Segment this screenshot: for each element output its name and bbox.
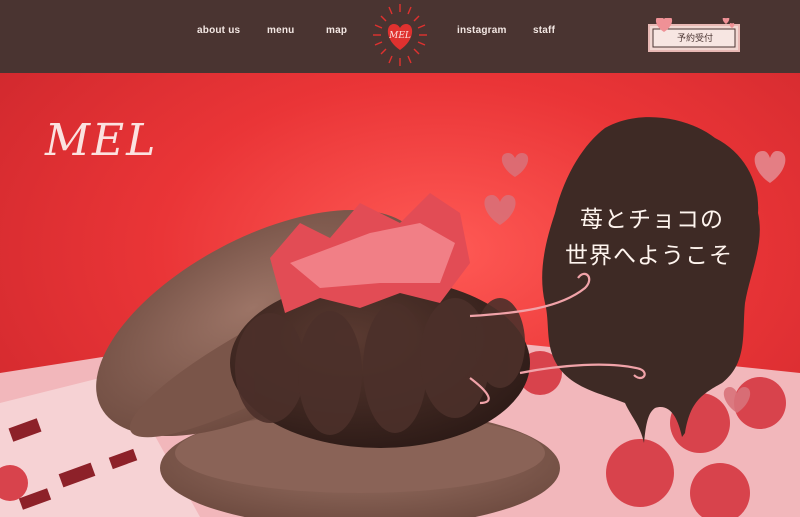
site-header: about us menu map MEL instagram staff 予約… [0, 0, 800, 73]
nav-map[interactable]: map [326, 25, 347, 36]
nav-staff[interactable]: staff [533, 25, 555, 36]
hero-headline-line1: 苺とチョコの [580, 207, 724, 233]
nav-menu[interactable]: menu [267, 25, 294, 36]
hero-headline-line2: 世界へようこそ [565, 243, 733, 269]
logo-heart-icon[interactable]: MEL [369, 0, 431, 72]
reserve-label[interactable]: 予約受付 [677, 31, 713, 44]
brand-script-logo: MEL [45, 115, 158, 166]
heart-icon [754, 151, 786, 183]
heart-icon [722, 18, 730, 24]
nav-instagram[interactable]: instagram [457, 25, 507, 36]
heart-icon [501, 153, 529, 177]
nav-about-us[interactable]: about us [197, 25, 240, 36]
hero-banner: MEL 苺とチョコの 世界へようこそ [0, 73, 800, 517]
heart-icon [484, 195, 516, 225]
logo-text: MEL [388, 31, 411, 41]
